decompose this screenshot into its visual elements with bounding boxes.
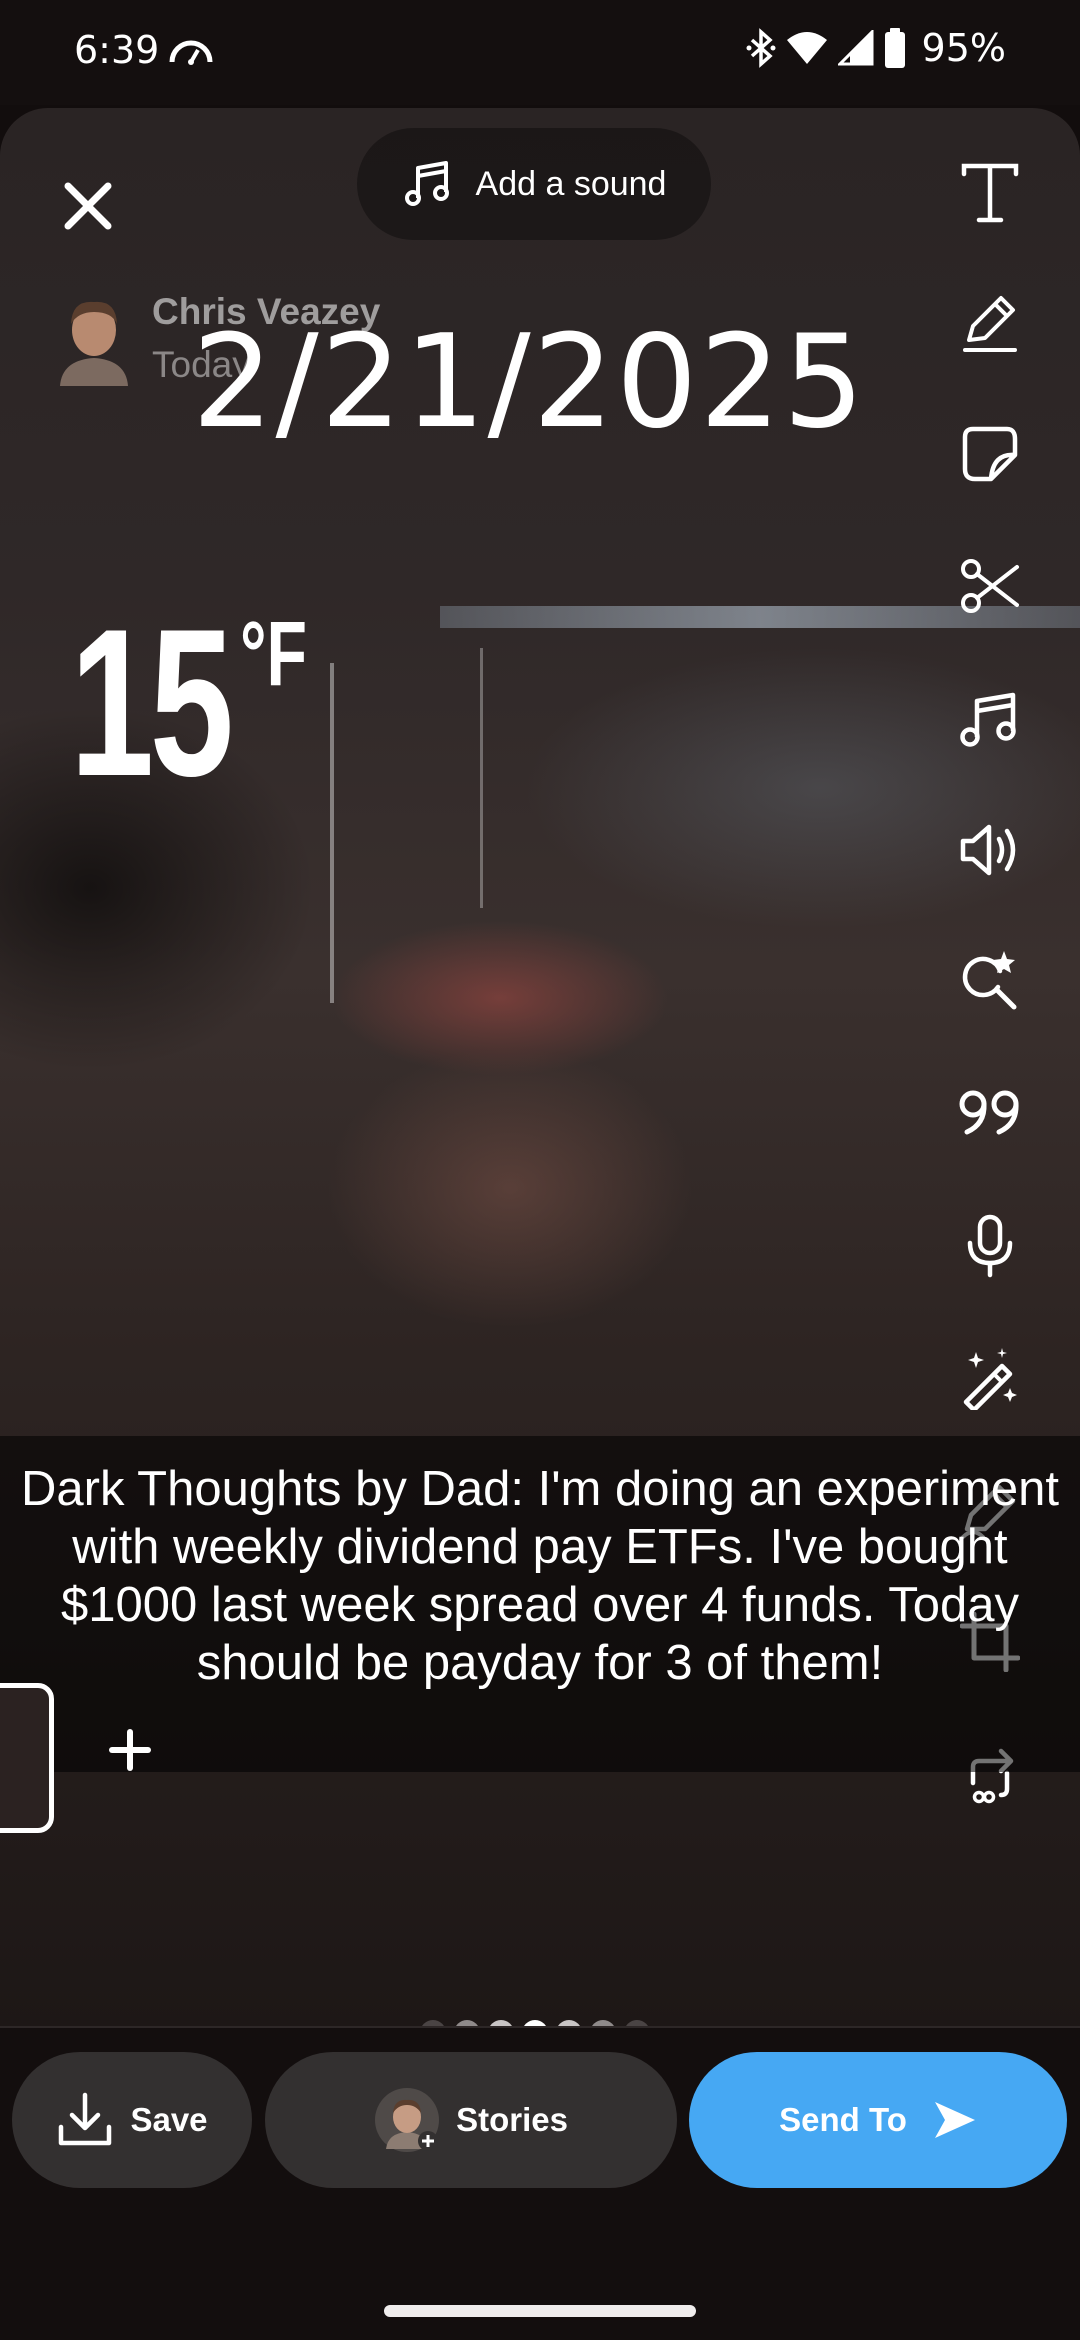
scissors-tool-button[interactable] <box>950 546 1030 626</box>
close-icon <box>64 182 112 230</box>
pencil-icon <box>963 296 1017 352</box>
music-icon <box>960 692 1016 747</box>
add-sound-button[interactable]: Add a sound <box>357 128 711 240</box>
plus-icon <box>109 1729 151 1771</box>
sticker-tool-button[interactable] <box>950 414 1030 494</box>
send-to-button[interactable]: Send To <box>689 2052 1067 2188</box>
music-tool-button[interactable] <box>950 678 1030 758</box>
lens-search-button[interactable] <box>950 941 1030 1021</box>
date-sticker[interactable]: 2/21/2025 <box>192 308 866 457</box>
close-button[interactable] <box>52 170 124 242</box>
save-label: Save <box>130 2101 208 2138</box>
voiceover-tool-button[interactable] <box>950 1206 1030 1286</box>
temperature-sticker[interactable]: 15 °F <box>70 598 333 808</box>
stories-button[interactable]: Stories <box>265 2052 677 2188</box>
status-bar: 6:39 95% <box>0 0 1080 105</box>
magic-tool-button[interactable] <box>950 1338 1030 1418</box>
status-icons: 95% <box>746 26 1006 70</box>
volume-tool-button[interactable] <box>950 810 1030 890</box>
background-frame <box>480 648 483 908</box>
temperature-unit: °F <box>240 603 307 705</box>
magic-wand-icon <box>963 1348 1017 1410</box>
temperature-value: 15 <box>70 585 234 820</box>
scissors-icon <box>961 559 1019 613</box>
speedometer-icon <box>169 40 213 65</box>
draw-tool-button[interactable] <box>950 283 1030 363</box>
user-avatar <box>60 301 128 386</box>
bluetooth-icon <box>746 28 776 68</box>
quote-icon <box>959 1090 1019 1135</box>
send-arrow-icon <box>934 2102 975 2138</box>
lens-search-icon <box>962 951 1017 1010</box>
music-note-icon <box>404 161 449 206</box>
text-tool-button[interactable] <box>950 153 1030 233</box>
avatar <box>375 2088 440 2152</box>
add-page-button[interactable] <box>100 1720 160 1780</box>
download-icon <box>59 2092 112 2146</box>
status-time: 6:39 <box>74 28 160 72</box>
add-sound-label: Add a sound <box>475 164 667 203</box>
stories-label: Stories <box>456 2101 568 2138</box>
volume-icon <box>960 824 1016 876</box>
battery-icon <box>884 28 905 68</box>
battery-percentage: 95% <box>921 26 1006 70</box>
sticker-icon <box>962 426 1018 482</box>
caption-bar[interactable]: Dark Thoughts by Dad: I'm doing an exper… <box>0 1436 1080 1772</box>
text-icon <box>961 163 1019 223</box>
wifi-icon <box>786 32 827 64</box>
current-page-thumbnail[interactable] <box>0 1683 54 1833</box>
quote-tool-button[interactable] <box>950 1073 1030 1153</box>
save-button[interactable]: Save <box>12 2052 252 2188</box>
home-indicator[interactable] <box>384 2305 696 2317</box>
send-to-label: Send To <box>779 2101 907 2138</box>
signal-icon <box>837 30 874 66</box>
microphone-icon <box>967 1214 1013 1278</box>
caption-text[interactable]: Dark Thoughts by Dad: I'm doing an exper… <box>20 1460 1060 1692</box>
snap-preview-canvas[interactable]: Add a sound Chris Veazey Today 2/21/2025… <box>0 108 1080 2028</box>
